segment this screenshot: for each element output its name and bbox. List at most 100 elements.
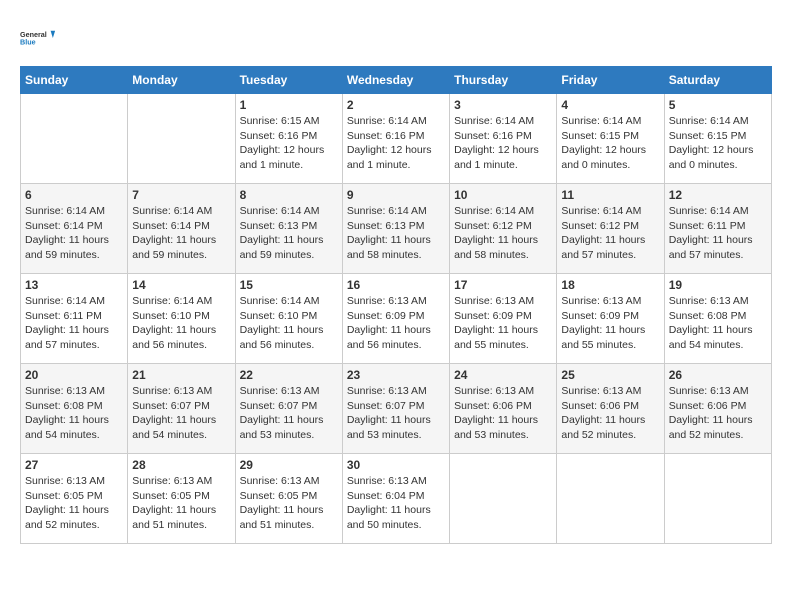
day-info: Sunrise: 6:13 AMSunset: 6:07 PMDaylight:… [132, 384, 230, 443]
calendar-cell: 22 Sunrise: 6:13 AMSunset: 6:07 PMDayligh… [235, 364, 342, 454]
calendar-cell: 3 Sunrise: 6:14 AMSunset: 6:16 PMDaylight… [450, 94, 557, 184]
week-row-3: 20Sunrise: 6:13 AMSunset: 6:08 PMDayligh… [21, 364, 772, 454]
calendar-cell: 8 Sunrise: 6:14 AMSunset: 6:13 PMDaylight… [235, 184, 342, 274]
calendar-cell: 4 Sunrise: 6:14 AMSunset: 6:15 PMDaylight… [557, 94, 664, 184]
day-info: Sunrise: 6:13 AMSunset: 6:07 PMDaylight:… [240, 384, 338, 443]
calendar-cell: 30 Sunrise: 6:13 AMSunset: 6:04 PMDayligh… [342, 454, 449, 544]
day-number: 20 [25, 368, 123, 382]
day-number: 18 [561, 278, 659, 292]
day-info: Sunrise: 6:14 AMSunset: 6:14 PMDaylight:… [25, 204, 123, 263]
logo: GeneralBlue [20, 20, 56, 56]
day-info: Sunrise: 6:13 AMSunset: 6:06 PMDaylight:… [561, 384, 659, 443]
weekday-header-friday: Friday [557, 67, 664, 94]
day-info: Sunrise: 6:15 AMSunset: 6:16 PMDaylight:… [240, 114, 338, 173]
calendar-cell: 9 Sunrise: 6:14 AMSunset: 6:13 PMDaylight… [342, 184, 449, 274]
day-number: 2 [347, 98, 445, 112]
calendar-cell: 6 Sunrise: 6:14 AMSunset: 6:14 PMDaylight… [21, 184, 128, 274]
calendar-cell [557, 454, 664, 544]
day-info: Sunrise: 6:13 AMSunset: 6:04 PMDaylight:… [347, 474, 445, 533]
calendar-cell: 14 Sunrise: 6:14 AMSunset: 6:10 PMDayligh… [128, 274, 235, 364]
day-info: Sunrise: 6:14 AMSunset: 6:11 PMDaylight:… [25, 294, 123, 353]
week-row-4: 27 Sunrise: 6:13 AMSunset: 6:05 PMDayligh… [21, 454, 772, 544]
day-info: Sunrise: 6:13 AMSunset: 6:09 PMDaylight:… [454, 294, 552, 353]
day-info: Sunrise: 6:13 AMSunset: 6:06 PMDaylight:… [454, 384, 552, 443]
day-number: 24 [454, 368, 552, 382]
day-number: 5 [669, 98, 767, 112]
calendar-cell [664, 454, 771, 544]
calendar-cell: 12Sunrise: 6:14 AMSunset: 6:11 PMDayligh… [664, 184, 771, 274]
calendar-cell: 25Sunrise: 6:13 AMSunset: 6:06 PMDayligh… [557, 364, 664, 454]
day-number: 30 [347, 458, 445, 472]
day-info: Sunrise: 6:14 AMSunset: 6:13 PMDaylight:… [240, 204, 338, 263]
calendar-cell: 13 Sunrise: 6:14 AMSunset: 6:11 PMDayligh… [21, 274, 128, 364]
weekday-header-sunday: Sunday [21, 67, 128, 94]
calendar-cell: 27Sunrise: 6:13 AMSunset: 6:05 PMDayligh… [21, 454, 128, 544]
logo-icon: GeneralBlue [20, 20, 56, 56]
week-row-2: 13 Sunrise: 6:14 AMSunset: 6:11 PMDayligh… [21, 274, 772, 364]
day-info: Sunrise: 6:13 AMSunset: 6:09 PMDaylight:… [347, 294, 445, 353]
header: GeneralBlue [20, 20, 772, 56]
calendar-cell: 29 Sunrise: 6:13 AMSunset: 6:05 PMDayligh… [235, 454, 342, 544]
calendar-cell: 16 Sunrise: 6:13 AMSunset: 6:09 PMDayligh… [342, 274, 449, 364]
weekday-header-wednesday: Wednesday [342, 67, 449, 94]
calendar-cell: 24 Sunrise: 6:13 AMSunset: 6:06 PMDayligh… [450, 364, 557, 454]
day-number: 11 [561, 188, 659, 202]
day-number: 19 [669, 278, 767, 292]
calendar-cell: 5 Sunrise: 6:14 AMSunset: 6:15 PMDaylight… [664, 94, 771, 184]
day-info: Sunrise: 6:13 AMSunset: 6:05 PMDaylight:… [240, 474, 338, 533]
weekday-header-tuesday: Tuesday [235, 67, 342, 94]
day-info: Sunrise: 6:13 AMSunset: 6:05 PMDaylight:… [132, 474, 230, 533]
calendar-cell: 1 Sunrise: 6:15 AMSunset: 6:16 PMDaylight… [235, 94, 342, 184]
week-row-1: 6 Sunrise: 6:14 AMSunset: 6:14 PMDaylight… [21, 184, 772, 274]
day-info: Sunrise: 6:14 AMSunset: 6:14 PMDaylight:… [132, 204, 230, 263]
weekday-header-monday: Monday [128, 67, 235, 94]
day-number: 14 [132, 278, 230, 292]
day-number: 26 [669, 368, 767, 382]
day-number: 21 [132, 368, 230, 382]
day-number: 1 [240, 98, 338, 112]
day-info: Sunrise: 6:14 AMSunset: 6:12 PMDaylight:… [561, 204, 659, 263]
calendar-table: SundayMondayTuesdayWednesdayThursdayFrid… [20, 66, 772, 544]
calendar-cell [128, 94, 235, 184]
calendar-cell: 28 Sunrise: 6:13 AMSunset: 6:05 PMDayligh… [128, 454, 235, 544]
weekday-header-saturday: Saturday [664, 67, 771, 94]
day-number: 22 [240, 368, 338, 382]
day-number: 7 [132, 188, 230, 202]
day-number: 13 [25, 278, 123, 292]
day-info: Sunrise: 6:13 AMSunset: 6:09 PMDaylight:… [561, 294, 659, 353]
day-number: 6 [25, 188, 123, 202]
day-info: Sunrise: 6:14 AMSunset: 6:13 PMDaylight:… [347, 204, 445, 263]
day-number: 29 [240, 458, 338, 472]
day-info: Sunrise: 6:13 AMSunset: 6:06 PMDaylight:… [669, 384, 767, 443]
day-info: Sunrise: 6:14 AMSunset: 6:15 PMDaylight:… [561, 114, 659, 173]
calendar-cell: 18 Sunrise: 6:13 AMSunset: 6:09 PMDayligh… [557, 274, 664, 364]
day-info: Sunrise: 6:14 AMSunset: 6:10 PMDaylight:… [240, 294, 338, 353]
day-info: Sunrise: 6:14 AMSunset: 6:10 PMDaylight:… [132, 294, 230, 353]
weekday-header-thursday: Thursday [450, 67, 557, 94]
day-number: 16 [347, 278, 445, 292]
day-number: 17 [454, 278, 552, 292]
calendar-cell: 19 Sunrise: 6:13 AMSunset: 6:08 PMDayligh… [664, 274, 771, 364]
day-number: 27 [25, 458, 123, 472]
calendar-cell: 21 Sunrise: 6:13 AMSunset: 6:07 PMDayligh… [128, 364, 235, 454]
day-number: 9 [347, 188, 445, 202]
day-info: Sunrise: 6:13 AMSunset: 6:08 PMDaylight:… [669, 294, 767, 353]
day-number: 3 [454, 98, 552, 112]
calendar-cell [450, 454, 557, 544]
calendar-cell: 7 Sunrise: 6:14 AMSunset: 6:14 PMDaylight… [128, 184, 235, 274]
calendar-cell: 23Sunrise: 6:13 AMSunset: 6:07 PMDayligh… [342, 364, 449, 454]
day-number: 8 [240, 188, 338, 202]
calendar-cell [21, 94, 128, 184]
day-info: Sunrise: 6:14 AMSunset: 6:16 PMDaylight:… [454, 114, 552, 173]
day-number: 23 [347, 368, 445, 382]
day-number: 28 [132, 458, 230, 472]
day-number: 4 [561, 98, 659, 112]
day-info: Sunrise: 6:14 AMSunset: 6:12 PMDaylight:… [454, 204, 552, 263]
day-number: 15 [240, 278, 338, 292]
svg-text:Blue: Blue [20, 37, 36, 46]
day-number: 10 [454, 188, 552, 202]
calendar-cell: 20Sunrise: 6:13 AMSunset: 6:08 PMDayligh… [21, 364, 128, 454]
day-info: Sunrise: 6:14 AMSunset: 6:15 PMDaylight:… [669, 114, 767, 173]
calendar-cell: 17 Sunrise: 6:13 AMSunset: 6:09 PMDayligh… [450, 274, 557, 364]
calendar-cell: 26 Sunrise: 6:13 AMSunset: 6:06 PMDayligh… [664, 364, 771, 454]
